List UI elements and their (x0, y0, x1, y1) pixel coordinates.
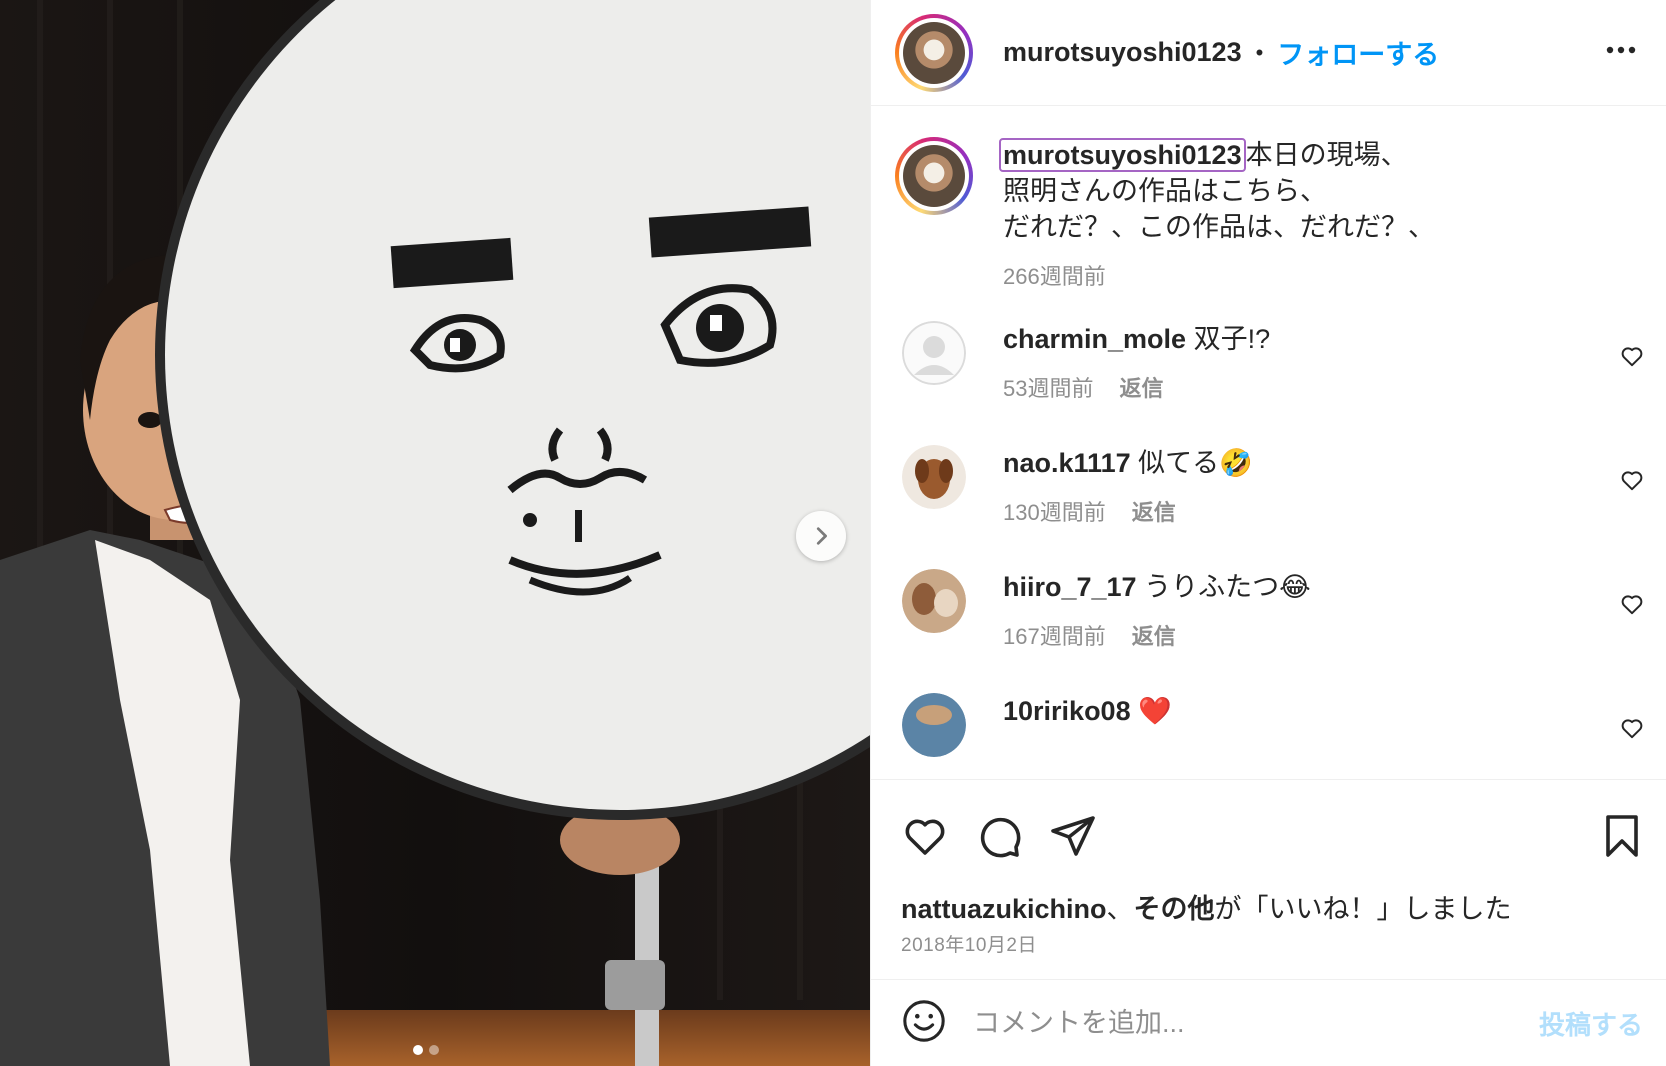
post-comment-button[interactable]: 投稿する (1539, 1005, 1643, 1042)
heart-icon (1621, 595, 1643, 615)
comments-section[interactable]: murotsuyoshi0123 本日の現場、 照明さんの作品はこちら、 だれだ？… (871, 107, 1666, 779)
photo-scene (0, 0, 870, 1066)
comment-like-button[interactable] (1619, 343, 1645, 374)
dog-avatar-icon (902, 445, 966, 509)
comment-avatar[interactable] (902, 321, 966, 385)
paper-plane-icon (1051, 816, 1095, 856)
heart-icon (1621, 471, 1643, 491)
post-caption: murotsuyoshi0123 本日の現場、 照明さんの作品はこちら、 だれだ？… (895, 137, 1643, 291)
follow-button[interactable]: フォローする (1277, 33, 1439, 72)
comment-avatar[interactable] (902, 693, 966, 757)
comment-text: ❤️ (1138, 696, 1172, 726)
comment-username[interactable]: charmin_mole (1003, 324, 1186, 354)
comment-item: charmin_mole 双子!? 53週間前 返信 (895, 321, 1645, 403)
post-header: murotsuyoshi0123 • フォローする (871, 0, 1666, 106)
comment-button[interactable] (975, 812, 1023, 865)
caption-line: 本日の現場、 (1245, 140, 1408, 170)
emoji-button[interactable] (901, 998, 947, 1049)
photo-avatar-icon (902, 693, 966, 757)
save-button[interactable] (1598, 812, 1646, 865)
comment-composer: 投稿する (871, 979, 1666, 1066)
post-actions: nattuazukichino、その他が「いいね！」しました 2018年10月2… (871, 779, 1666, 979)
photo-avatar-icon (902, 569, 966, 633)
comment-time[interactable]: 167週間前 (1003, 619, 1106, 651)
comment-text: 双子!? (1193, 324, 1271, 354)
reply-button[interactable]: 返信 (1132, 495, 1176, 527)
author-username[interactable]: murotsuyoshi0123 (1003, 37, 1242, 68)
comment-text: うりふたつ😂 (1144, 572, 1311, 602)
comment-item: 10ririko08 ❤️ (895, 693, 1645, 757)
author-avatar[interactable] (895, 13, 973, 92)
comment-username[interactable]: 10ririko08 (1003, 696, 1131, 726)
comment-icon (980, 817, 1021, 858)
heart-icon (1621, 347, 1643, 367)
comment-item: nao.k1117 似てる🤣 130週間前 返信 (895, 445, 1645, 527)
share-button[interactable] (1049, 812, 1097, 865)
liked-by-others[interactable]: その他 (1134, 894, 1215, 924)
header-separator: • (1255, 39, 1264, 65)
heart-icon (905, 819, 945, 855)
post-date[interactable]: 2018年10月2日 (901, 930, 1037, 957)
likes-connector: 、 (1106, 894, 1134, 924)
liked-by-user[interactable]: nattuazukichino (901, 894, 1107, 924)
caption-time[interactable]: 266週間前 (1003, 259, 1643, 291)
comment-avatar[interactable] (902, 445, 966, 509)
comment-like-button[interactable] (1619, 467, 1645, 498)
post-photo[interactable] (0, 0, 870, 1066)
comment-text: 似てる🤣 (1138, 448, 1253, 478)
heart-icon (1621, 719, 1643, 739)
caption-username[interactable]: murotsuyoshi0123 (999, 138, 1246, 172)
post-detail-panel: murotsuyoshi0123 • フォローする murotsuyoshi01… (870, 0, 1666, 1066)
comment-item: hiiro_7_17 うりふたつ😂 167週間前 返信 (895, 569, 1645, 651)
more-horizontal-icon (1606, 46, 1636, 54)
carousel-next-button[interactable] (796, 511, 846, 561)
like-button[interactable] (901, 812, 949, 865)
likes-summary: nattuazukichino、その他が「いいね！」しました (901, 887, 1512, 926)
comment-username[interactable]: nao.k1117 (1003, 448, 1131, 478)
more-options-button[interactable] (1603, 32, 1639, 73)
carousel-dot-active (413, 1045, 423, 1055)
carousel-dot (429, 1045, 439, 1055)
comment-input[interactable] (973, 1007, 1493, 1039)
comment-avatar[interactable] (902, 569, 966, 633)
chevron-right-icon (816, 527, 827, 545)
reply-button[interactable]: 返信 (1119, 371, 1163, 403)
comment-username[interactable]: hiiro_7_17 (1003, 572, 1137, 602)
comment-like-button[interactable] (1619, 715, 1645, 746)
caption-avatar[interactable] (895, 137, 973, 215)
reply-button[interactable]: 返信 (1132, 619, 1176, 651)
smiley-icon (903, 999, 945, 1042)
caption-line: 照明さんの作品はこちら、 (1003, 176, 1327, 206)
comment-like-button[interactable] (1619, 591, 1645, 622)
caption-line: だれだ？、この作品は、だれだ？、 (1003, 212, 1435, 242)
likes-suffix: が「いいね！」しました (1214, 894, 1512, 924)
comment-time[interactable]: 53週間前 (1003, 371, 1093, 403)
carousel-indicator (413, 1045, 439, 1055)
bookmark-icon (1606, 815, 1638, 857)
default-avatar-icon (902, 321, 966, 385)
comment-time[interactable]: 130週間前 (1003, 495, 1106, 527)
